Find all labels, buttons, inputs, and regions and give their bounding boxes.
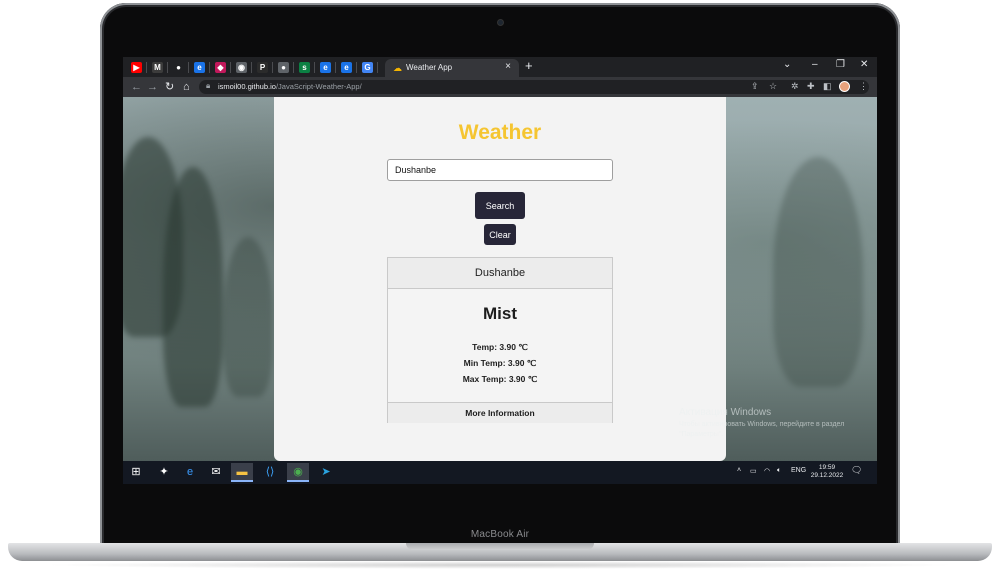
pinned-tab-icon[interactable]: ◆ xyxy=(215,62,226,73)
tab-close-icon[interactable]: × xyxy=(505,61,511,72)
tab-separator xyxy=(230,62,231,73)
pinned-tab-icon[interactable]: e xyxy=(320,62,331,73)
clock-time: 19:59 xyxy=(818,464,836,471)
tab-separator xyxy=(293,62,294,73)
wifi-icon[interactable]: ◠ xyxy=(764,467,770,475)
extension-gear-icon[interactable]: ✲ xyxy=(791,81,799,92)
max-temp-value: Max Temp: 3.90 ℃ xyxy=(462,374,538,384)
tab-weather-app[interactable]: ☁ Weather App × xyxy=(385,59,519,77)
tab-separator xyxy=(146,62,147,73)
side-panel-icon[interactable]: ◧ xyxy=(823,81,832,92)
result-city: Dushanbe xyxy=(388,258,612,289)
weather-favicon-icon: ☁ xyxy=(393,63,402,73)
pinned-tab-icon[interactable]: ▶ xyxy=(131,62,142,73)
tab-separator xyxy=(377,62,378,73)
new-tab-button[interactable]: + xyxy=(525,58,533,73)
pinned-tab-icon[interactable]: P xyxy=(257,62,268,73)
bookmark-star-icon[interactable]: ☆ xyxy=(769,81,777,92)
volume-icon[interactable]: 🔈︎ xyxy=(777,467,781,475)
tab-strip: ▶ M ● e ◆ ◉ P ● s e e G ☁ Weather App × + ⌄ – ❐ ✕ xyxy=(123,57,877,77)
browser-toolbar: ← → ↻ ⌂ 🔒︎ ismoil00.github.io/JavaScript… xyxy=(123,77,877,97)
language-indicator[interactable]: ENG xyxy=(791,467,806,474)
tab-separator xyxy=(251,62,252,73)
clock-date: 29.12.2022 xyxy=(810,472,844,479)
profile-avatar[interactable] xyxy=(839,81,850,92)
tab-separator xyxy=(335,62,336,73)
chrome-icon[interactable]: ◉ xyxy=(287,463,309,482)
temp-value: Temp: 3.90 ℃ xyxy=(472,342,528,352)
windows-start-icon[interactable]: ⊞ xyxy=(125,463,147,482)
windows-taskbar: ⊞ ✦ e ✉ ▬ ⟨⟩ ◉ ➤ ˄ ▭ ◠ 🔈︎ ENG 19:59 29.1… xyxy=(123,461,877,484)
reload-icon[interactable]: ↻ xyxy=(165,80,174,94)
tab-separator xyxy=(314,62,315,73)
pinned-tab-icon[interactable]: ● xyxy=(173,62,184,73)
background-tree xyxy=(223,237,273,397)
weather-card: Weather Search Clear Dushanbe Mist Temp:… xyxy=(274,97,726,461)
menu-kebab-icon[interactable]: ⋮ xyxy=(859,81,868,92)
share-icon[interactable]: ⇪ xyxy=(751,81,759,92)
forward-icon[interactable]: → xyxy=(147,80,158,94)
edge-browser-icon[interactable]: e xyxy=(179,463,201,482)
weather-description: Mist xyxy=(483,304,517,323)
tab-title: Weather App xyxy=(406,63,453,72)
device-brand-label: MacBook Air xyxy=(470,529,530,540)
taskbar-clock[interactable]: 19:59 29.12.2022 xyxy=(805,464,849,480)
copilot-icon[interactable]: ✦ xyxy=(153,463,175,482)
network-icon[interactable]: ▭ xyxy=(750,467,757,475)
tab-separator xyxy=(356,62,357,73)
page-viewport: Weather Search Clear Dushanbe Mist Temp:… xyxy=(123,97,877,461)
background-tree xyxy=(163,167,223,407)
tab-separator xyxy=(188,62,189,73)
address-bar[interactable]: 🔒︎ ismoil00.github.io/JavaScript-Weather… xyxy=(199,80,869,94)
restore-button[interactable]: ❐ xyxy=(836,59,845,70)
pinned-tab-icon[interactable]: ◉ xyxy=(236,62,247,73)
notifications-icon[interactable]: 🗨︎ xyxy=(851,465,862,476)
more-information-link[interactable]: More Information xyxy=(388,402,612,423)
back-icon[interactable]: ← xyxy=(131,80,142,94)
lock-icon: 🔒︎ xyxy=(206,81,211,90)
tab-separator xyxy=(272,62,273,73)
home-icon[interactable]: ⌂ xyxy=(183,80,190,94)
background-tree xyxy=(773,157,863,387)
weather-result-panel: Dushanbe Mist Temp: 3.90 ℃ Min Temp: 3.9… xyxy=(387,257,613,423)
clear-button[interactable]: Clear xyxy=(484,224,516,245)
url-text: ismoil00.github.io/JavaScript-Weather-Ap… xyxy=(218,82,362,91)
file-explorer-icon[interactable]: ▬ xyxy=(231,463,253,482)
tab-search-icon[interactable]: ⌄ xyxy=(783,59,791,70)
app-title: Weather xyxy=(458,121,542,144)
telegram-icon[interactable]: ➤ xyxy=(315,463,337,482)
laptop-notch xyxy=(406,543,594,550)
close-window-button[interactable]: ✕ xyxy=(860,59,868,70)
mail-icon[interactable]: ✉ xyxy=(205,463,227,482)
screen: ▶ M ● e ◆ ◉ P ● s e e G ☁ Weather App × + ⌄ – ❐ ✕ ←… xyxy=(123,57,877,484)
windows-activation-watermark: Активация Windows Чтобы активировать Win… xyxy=(679,407,859,440)
pinned-tab-icon[interactable]: G xyxy=(362,62,373,73)
min-temp-value: Min Temp: 3.90 ℃ xyxy=(463,358,537,368)
pinned-tab-icon[interactable]: e xyxy=(194,62,205,73)
search-button[interactable]: Search xyxy=(475,192,525,219)
minimize-button[interactable]: – xyxy=(812,59,818,70)
extensions-puzzle-icon[interactable]: ✚ xyxy=(807,81,815,92)
camera xyxy=(498,20,503,25)
tab-separator xyxy=(167,62,168,73)
city-search-input[interactable] xyxy=(387,159,613,181)
pinned-tab-icon[interactable]: M xyxy=(152,62,163,73)
vscode-icon[interactable]: ⟨⟩ xyxy=(259,463,281,482)
tray-chevron-icon[interactable]: ˄ xyxy=(737,467,741,474)
pinned-tab-icon[interactable]: e xyxy=(341,62,352,73)
activation-subtitle: Чтобы активировать Windows, перейдите в … xyxy=(679,421,845,438)
laptop-shadow xyxy=(40,561,960,569)
activation-title: Активация Windows xyxy=(679,407,772,418)
pinned-tab-icon[interactable]: ● xyxy=(278,62,289,73)
tab-separator xyxy=(209,62,210,73)
pinned-tab-icon[interactable]: s xyxy=(299,62,310,73)
